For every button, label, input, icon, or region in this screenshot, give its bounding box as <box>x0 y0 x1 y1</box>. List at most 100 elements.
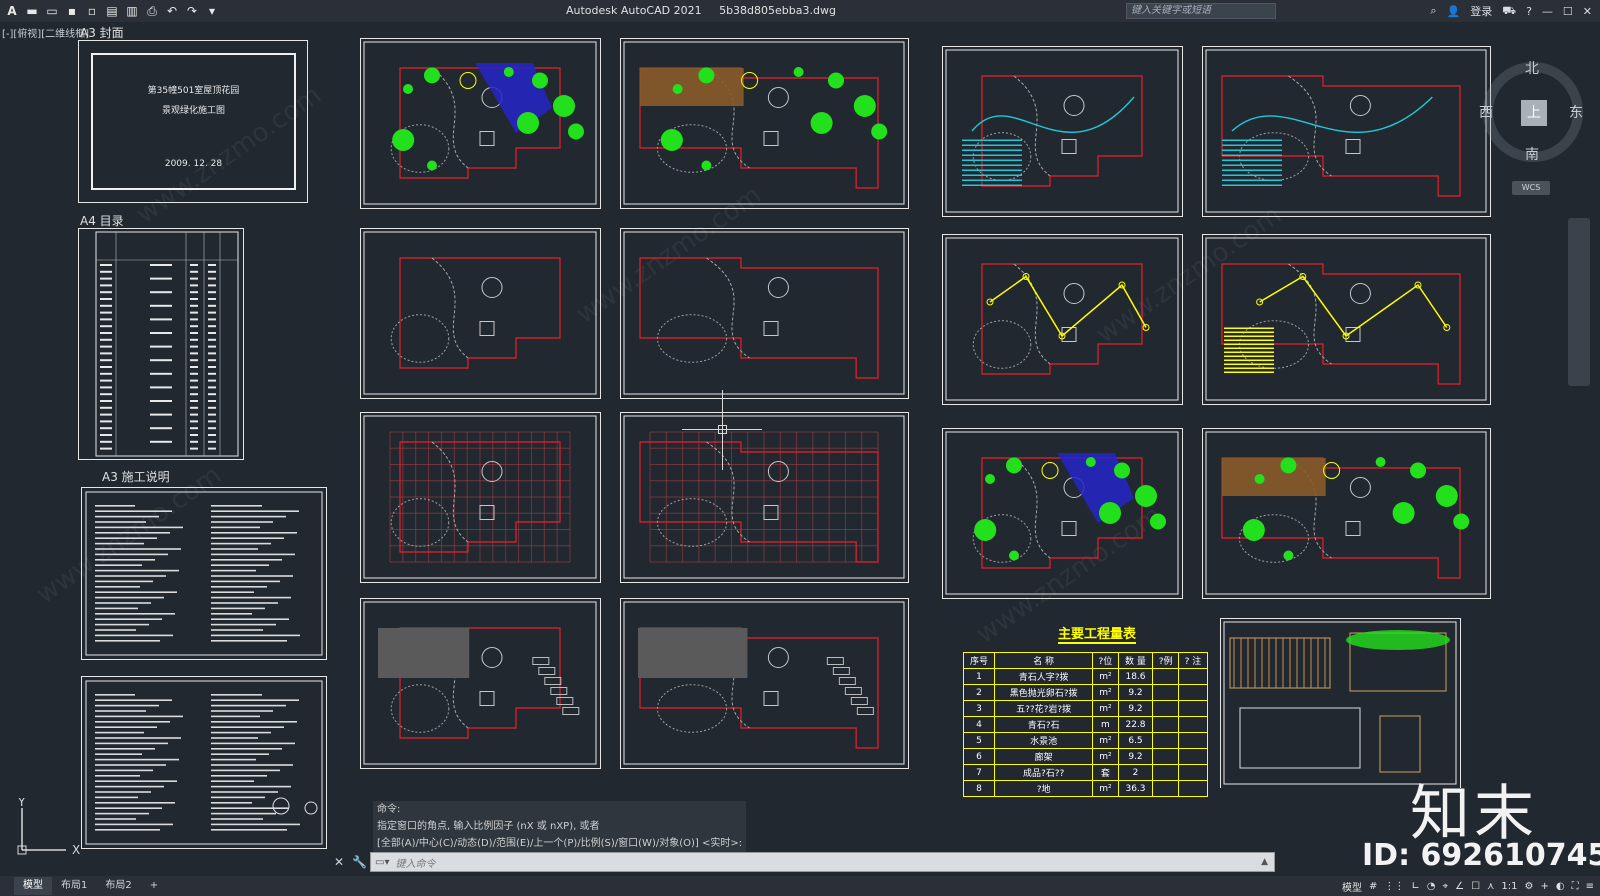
tree-symbol <box>701 160 712 171</box>
notes-text-line <box>95 726 157 728</box>
search-icon[interactable]: ⌕ <box>1430 4 1436 18</box>
index-row-mark <box>150 440 172 443</box>
annotation-icon[interactable]: ⋏ <box>1487 881 1494 892</box>
viewcube[interactable]: 北 南 西 东 上 <box>1479 61 1583 164</box>
notes-sheet-2[interactable] <box>81 676 327 849</box>
new-file-icon[interactable]: ▬ <box>24 3 40 19</box>
index-row-mark <box>100 332 112 334</box>
command-history-toggle-icon[interactable]: ▲ <box>1261 857 1274 867</box>
notes-text-line <box>211 704 286 707</box>
compass-east[interactable]: 东 <box>1569 102 1583 122</box>
lighting-note <box>1224 327 1274 329</box>
index-row-mark <box>208 338 216 341</box>
notes-text-line <box>95 640 160 642</box>
save-as-icon[interactable]: ▫ <box>84 3 100 19</box>
compass-north[interactable]: 北 <box>1525 58 1539 78</box>
index-row-mark <box>190 311 198 314</box>
index-row-mark <box>208 406 216 409</box>
login-button[interactable]: 登录 <box>1470 3 1492 19</box>
index-sheet[interactable] <box>78 228 244 460</box>
open-file-icon[interactable]: ▭ <box>44 3 60 19</box>
tree-symbol <box>503 67 514 77</box>
add-layout-button[interactable]: + <box>141 877 167 895</box>
maximize-icon[interactable]: ☐ <box>1563 5 1573 18</box>
cover-sheet[interactable]: 第35幢501室屋顶花园 景观绿化施工图 2009. 12. 28 <box>78 40 308 203</box>
compass-south[interactable]: 南 <box>1525 144 1539 164</box>
minimize-icon[interactable]: — <box>1542 5 1553 18</box>
open-from-web-icon[interactable]: ▤ <box>104 3 120 19</box>
lineweight-icon[interactable]: ☐ <box>1471 881 1480 892</box>
customize-toolbar-icon[interactable]: ▾ <box>204 3 220 19</box>
save-icon[interactable]: ▪ <box>64 3 80 19</box>
cell: 9.2 <box>1117 700 1154 717</box>
command-input[interactable]: 键入命令 <box>389 855 1261 870</box>
index-row-mark <box>100 434 112 436</box>
command-line[interactable]: ▭▾ 键入命令 ▲ <box>370 852 1275 872</box>
index-row-mark <box>208 413 216 416</box>
autocad-logo-icon[interactable]: A <box>4 3 20 19</box>
cell <box>1152 668 1179 685</box>
wrench-icon[interactable]: 🔧 <box>352 855 367 869</box>
index-row-mark <box>100 372 112 375</box>
file-name: 5b38d805ebba3.dwg <box>719 4 836 17</box>
notes-sheet-1[interactable] <box>81 487 327 660</box>
cell: 18.6 <box>1117 668 1154 685</box>
plan-drawings[interactable] <box>360 38 1500 788</box>
notes-text-line <box>95 829 160 831</box>
close-command-icon[interactable]: ✕ <box>334 855 344 869</box>
redo-icon[interactable]: ↷ <box>184 3 200 19</box>
plus-icon[interactable]: + <box>1540 881 1548 892</box>
help-icon[interactable]: ? <box>1526 5 1532 18</box>
site-boundary <box>399 257 561 369</box>
table-header-row: 序号 名 称 ?位 数 量 ?例 ? 注 <box>962 652 1209 669</box>
cell <box>1177 684 1209 701</box>
viewcube-top-face[interactable]: 上 <box>1521 100 1547 126</box>
print-icon[interactable]: ⎙ <box>144 3 160 19</box>
notes-text-line <box>95 710 146 712</box>
compass-west[interactable]: 西 <box>1479 102 1493 122</box>
index-row-mark <box>190 284 198 287</box>
feature-circle <box>481 277 503 298</box>
index-row-mark <box>208 359 216 362</box>
polar-icon[interactable]: ◔ <box>1427 881 1436 892</box>
cart-icon[interactable]: ⛟ <box>1502 4 1516 19</box>
plan-sheet <box>620 38 909 209</box>
annotation-scale[interactable]: 1:1 <box>1501 881 1517 892</box>
index-row-mark <box>100 379 112 382</box>
isolate-icon[interactable]: ◐ <box>1556 881 1565 892</box>
fullscreen-icon[interactable]: ⛶ <box>1572 881 1579 892</box>
command-history: 命令: 指定窗口的角点, 输入比例因子 (nX 或 nXP), 或者 [全部(A… <box>373 801 747 852</box>
feature-square <box>479 691 495 706</box>
tab-model[interactable]: 模型 <box>14 877 52 895</box>
notes-text-line <box>211 748 282 750</box>
snap-icon[interactable]: ⋮⋮ <box>1384 881 1404 892</box>
garden-path <box>1288 75 1332 177</box>
navigation-bar[interactable] <box>1568 218 1590 386</box>
tab-layout2[interactable]: 布局2 <box>96 877 140 895</box>
tree-symbol <box>1006 457 1022 474</box>
notes-text-line <box>95 704 159 707</box>
index-row-mark <box>208 304 216 307</box>
sheet-label-notes: A3 施工说明 <box>102 470 170 484</box>
wcs-menu[interactable]: WCS <box>1512 181 1550 195</box>
grid-icon[interactable]: # <box>1369 881 1377 892</box>
index-row-mark <box>208 372 216 375</box>
save-to-web-icon[interactable]: ▥ <box>124 3 140 19</box>
customize-icon[interactable]: ≡ <box>1586 881 1594 892</box>
user-icon[interactable]: 👤 <box>1447 5 1461 18</box>
model-space-button[interactable]: 模型 <box>1342 879 1362 894</box>
undo-icon[interactable]: ↶ <box>164 3 180 19</box>
index-row-mark <box>190 359 198 362</box>
notes-text-line <box>211 807 289 809</box>
search-input[interactable]: 键入关键字或短语 <box>1126 3 1276 19</box>
workspace-gear-icon[interactable]: ⚙ <box>1525 881 1534 892</box>
tree-symbol <box>568 123 584 140</box>
tab-layout1[interactable]: 布局1 <box>52 877 96 895</box>
command-prompt-icon[interactable]: ▭▾ <box>371 857 389 868</box>
notes-text-line <box>211 591 254 593</box>
ortho-icon[interactable]: ∟ <box>1411 881 1419 892</box>
osnap-icon[interactable]: ⌖ <box>1443 881 1449 892</box>
close-icon[interactable]: ✕ <box>1583 5 1592 18</box>
otrack-icon[interactable]: ∠ <box>1455 881 1464 892</box>
viewport-controls[interactable]: [-][俯视][二维线框] <box>2 25 89 40</box>
